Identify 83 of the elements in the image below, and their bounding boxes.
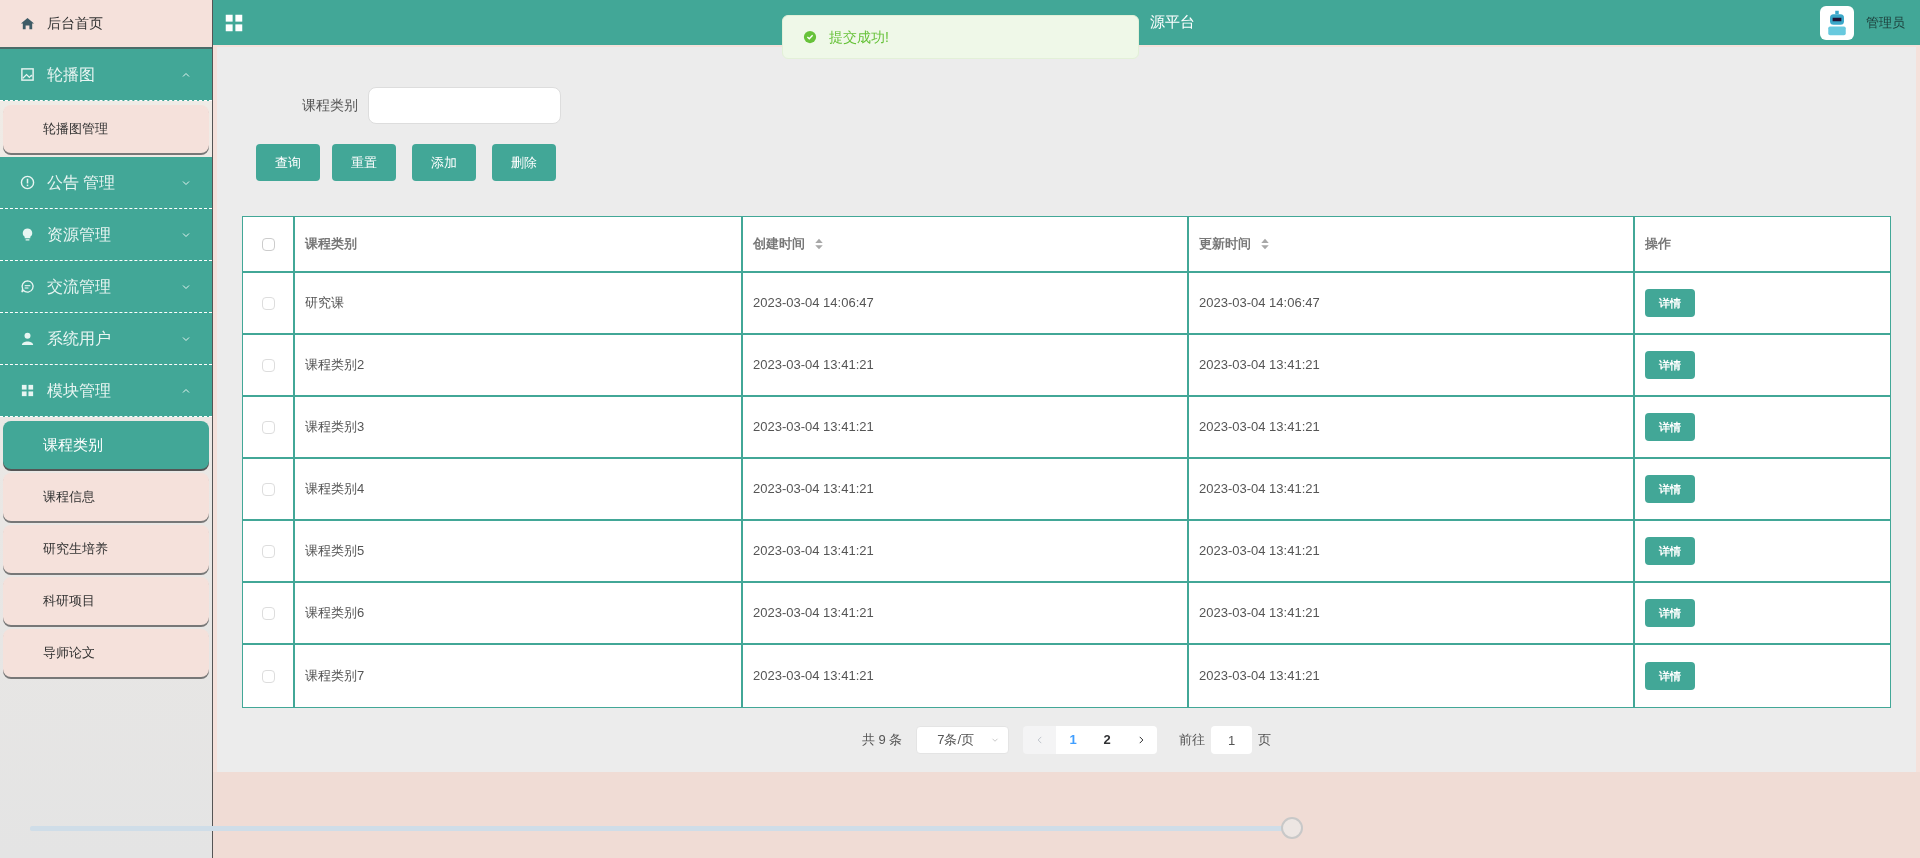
slider-thumb[interactable]	[1281, 817, 1303, 839]
sidebar-group[interactable]: 公告 管理	[0, 157, 212, 209]
checkbox[interactable]	[261, 237, 275, 251]
action-button[interactable]: 删除	[492, 144, 556, 181]
sidebar-subitem[interactable]: 课程类别	[3, 421, 209, 469]
table-cell-text: 2023-03-04 13:41:21	[1199, 356, 1320, 375]
site-title: 源平台	[1150, 12, 1195, 33]
sort-icon	[1259, 237, 1271, 251]
next-page-button[interactable]	[1124, 726, 1158, 754]
table-cell-text: 2023-03-04 13:41:21	[1199, 667, 1320, 686]
sidebar-group[interactable]: 轮播图	[0, 49, 212, 101]
column-header: 操作	[1645, 235, 1671, 254]
sidebar-group[interactable]: 模块管理	[0, 365, 212, 417]
table-cell-text: 研究课	[305, 294, 344, 313]
table-cell-text: 2023-03-04 13:41:21	[1199, 418, 1320, 437]
detail-button[interactable]: 详情	[1645, 351, 1695, 379]
table-cell-text: 课程类别6	[305, 604, 365, 623]
sidebar-subitem[interactable]: 研究生培养	[3, 525, 209, 573]
checkbox[interactable]	[261, 482, 275, 496]
column-header[interactable]: 创建时间	[753, 234, 805, 254]
table-cell-text: 2023-03-04 13:41:21	[753, 356, 874, 375]
page-button[interactable]: 2	[1090, 726, 1125, 754]
check-circle-icon	[803, 30, 817, 44]
lightbulb-icon	[20, 227, 35, 242]
search-field[interactable]	[368, 87, 561, 124]
table-cell-text: 2023-03-04 13:41:21	[1199, 604, 1320, 623]
table-cell-text: 2023-03-04 14:06:47	[753, 294, 874, 313]
column-header[interactable]: 更新时间	[1199, 234, 1251, 254]
action-button[interactable]: 查询	[256, 144, 320, 181]
detail-button[interactable]: 详情	[1645, 413, 1695, 441]
detail-button[interactable]: 详情	[1645, 537, 1695, 565]
goto-suffix: 页	[1258, 731, 1272, 750]
prev-page-button[interactable]	[1023, 726, 1057, 754]
table-cell-text: 2023-03-04 13:41:21	[753, 604, 874, 623]
image-icon	[20, 67, 35, 82]
success-toast: 提交成功!	[782, 15, 1139, 59]
total-count: 共 9 条	[861, 731, 903, 750]
sidebar-group[interactable]: 资源管理	[0, 209, 212, 261]
sidebar-subitem[interactable]: 科研项目	[3, 577, 209, 625]
column-header: 课程类别	[305, 235, 357, 254]
sidebar-link[interactable]: 后台首页	[0, 0, 212, 49]
page-input[interactable]: 1	[1211, 726, 1253, 754]
sidebar-subitem[interactable]: 轮播图管理	[3, 105, 209, 153]
table-cell-text: 课程类别4	[305, 480, 365, 499]
chat-icon	[20, 279, 35, 294]
table-cell-text: 2023-03-04 14:06:47	[1199, 294, 1320, 313]
slider[interactable]	[30, 817, 1303, 840]
user-name: 管理员	[1866, 13, 1905, 32]
detail-button[interactable]: 详情	[1645, 289, 1695, 317]
table-cell-text: 2023-03-04 13:41:21	[753, 418, 874, 437]
checkbox[interactable]	[261, 606, 275, 620]
sidebar-subitem[interactable]: 导师论文	[3, 629, 209, 677]
table-cell-text: 课程类别5	[305, 542, 365, 561]
home-icon	[20, 16, 35, 31]
checkbox[interactable]	[261, 296, 275, 310]
checkbox[interactable]	[261, 420, 275, 434]
sort-icon	[813, 237, 825, 251]
table-cell-text: 2023-03-04 13:41:21	[1199, 480, 1320, 499]
page-size-select[interactable]: 7条/页	[916, 726, 1010, 754]
checkbox[interactable]	[261, 669, 275, 683]
table-cell-text: 2023-03-04 13:41:21	[1199, 542, 1320, 561]
sidebar-group[interactable]: 交流管理	[0, 261, 212, 313]
detail-button[interactable]: 详情	[1645, 662, 1695, 690]
table-cell-text: 2023-03-04 13:41:21	[753, 667, 874, 686]
table-cell-text: 2023-03-04 13:41:21	[753, 542, 874, 561]
user-icon	[20, 331, 35, 346]
checkbox[interactable]	[261, 358, 275, 372]
action-button[interactable]: 添加	[412, 144, 476, 181]
field-label: 课程类别	[302, 96, 358, 115]
sidebar-group[interactable]: 系统用户	[0, 313, 212, 365]
detail-button[interactable]: 详情	[1645, 475, 1695, 503]
alert-icon	[20, 175, 35, 190]
sidebar-subitem[interactable]: 课程信息	[3, 473, 209, 521]
action-button[interactable]: 重置	[332, 144, 396, 181]
page-button[interactable]: 1	[1056, 726, 1091, 754]
checkbox[interactable]	[261, 544, 275, 558]
table-cell-text: 课程类别3	[305, 418, 365, 437]
grid-icon	[20, 383, 35, 398]
detail-button[interactable]: 详情	[1645, 599, 1695, 627]
table-cell-text: 课程类别7	[305, 667, 365, 686]
goto-label: 前往	[1179, 731, 1206, 750]
table-cell-text: 课程类别2	[305, 356, 365, 375]
table-cell-text: 2023-03-04 13:41:21	[753, 480, 874, 499]
